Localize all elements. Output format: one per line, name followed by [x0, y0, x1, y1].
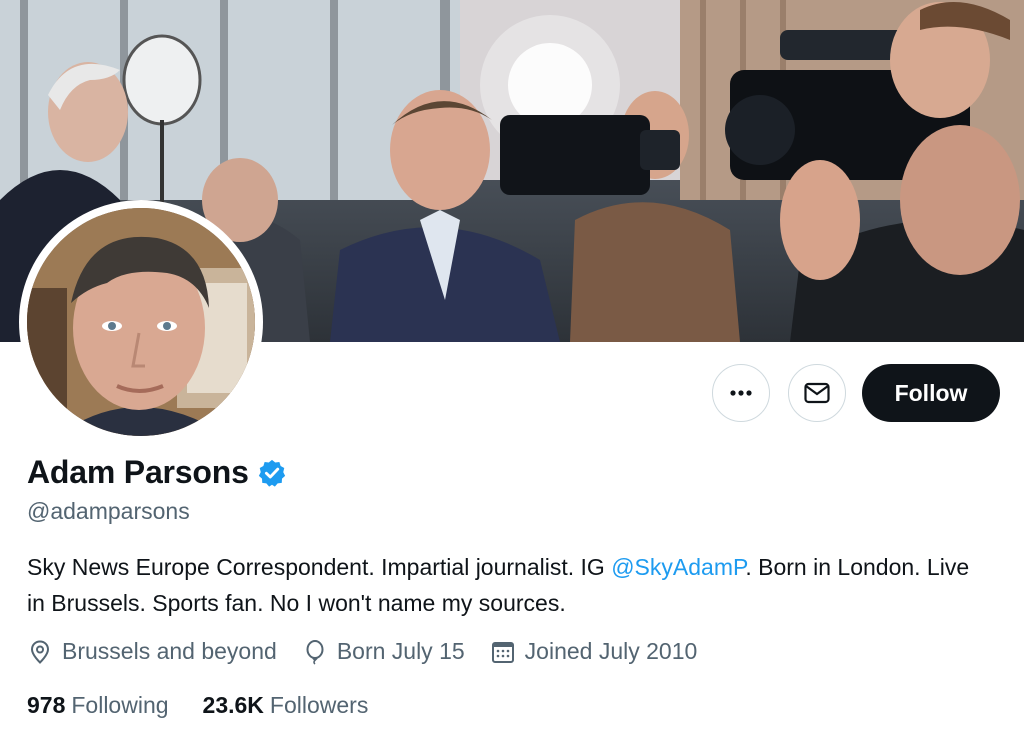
birthday-text: Born July 15 [336, 638, 465, 664]
followers-count: 23.6K [202, 692, 264, 718]
following-label: Following [71, 692, 169, 718]
more-options-button[interactable] [712, 364, 770, 422]
profile-location: Brussels and beyond [27, 638, 277, 665]
profile-stats-row: 978 Following 23.6K Followers [27, 692, 402, 719]
following-link[interactable]: 978 Following [27, 692, 169, 719]
followers-link[interactable]: 23.6K Followers [203, 692, 369, 719]
avatar-photo [27, 208, 255, 436]
calendar-icon [491, 641, 514, 663]
more-horizontal-icon [730, 390, 752, 396]
profile-name-row: Adam Parsons [27, 454, 287, 491]
profile-bio: Sky News Europe Correspondent. Impartial… [27, 549, 977, 621]
profile-meta-row: Brussels and beyond Born July 15 Joined … [27, 638, 722, 665]
location-pin-icon [30, 639, 50, 664]
verified-badge-icon[interactable] [257, 458, 287, 488]
follow-button[interactable]: Follow [862, 364, 1000, 422]
envelope-icon [804, 382, 830, 404]
bio-text-before: Sky News Europe Correspondent. Impartial… [27, 554, 612, 580]
following-count: 978 [27, 692, 66, 718]
balloon-icon [306, 639, 324, 665]
joined-text: Joined July 2010 [524, 638, 698, 664]
location-text: Brussels and beyond [62, 638, 277, 664]
profile-display-name: Adam Parsons [27, 454, 249, 490]
profile-handle: @adamparsons [27, 498, 190, 524]
profile-birthday: Born July 15 [302, 638, 465, 665]
followers-label: Followers [269, 692, 369, 718]
bio-mention-link[interactable]: @SkyAdamP [611, 554, 745, 580]
profile-avatar[interactable] [27, 208, 255, 436]
profile-joined: Joined July 2010 [490, 638, 698, 665]
message-button[interactable] [788, 364, 846, 422]
